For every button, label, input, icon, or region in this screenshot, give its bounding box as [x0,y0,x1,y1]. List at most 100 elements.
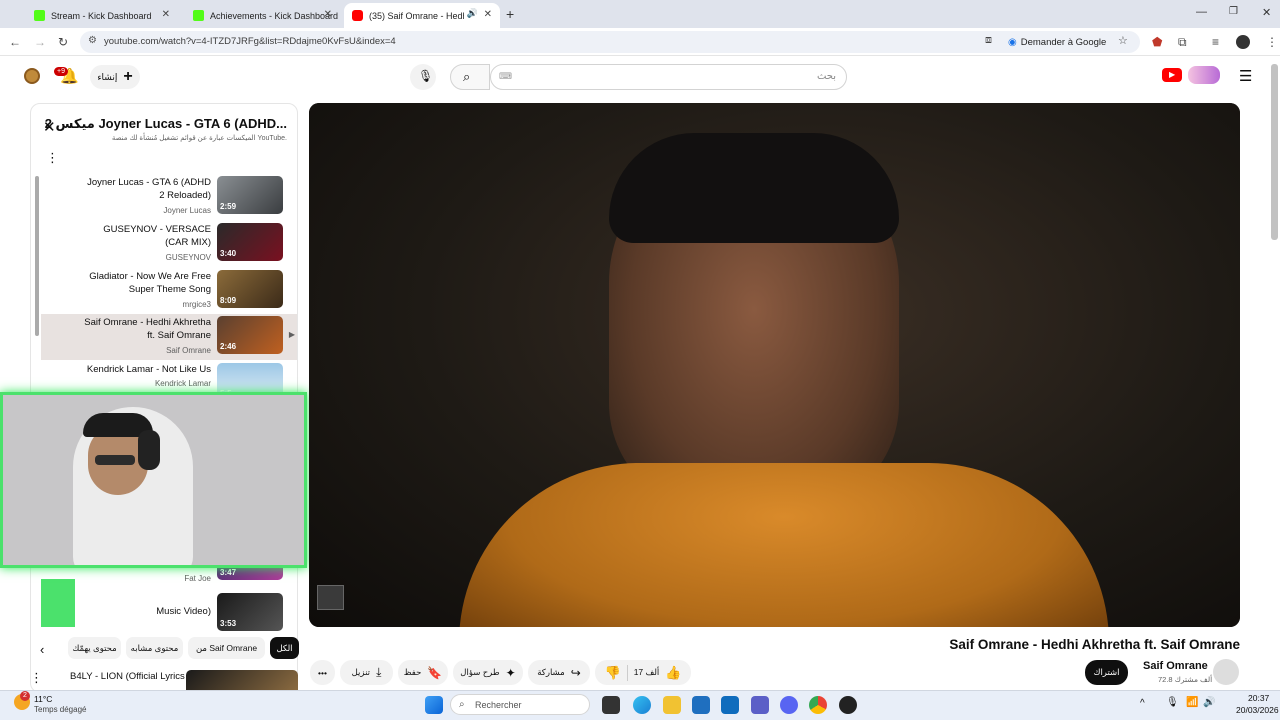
thumbnail: 2:59 [217,176,283,214]
new-tab-button[interactable]: + [506,6,514,22]
chip-for-you[interactable]: محتوى يهمّك [68,637,121,659]
windows-start-icon[interactable] [425,696,443,714]
youtube-logo-icon[interactable]: ▶ [1162,68,1182,82]
more-icon: ••• [318,667,327,678]
voice-search-button[interactable]: 🎙 [410,64,436,90]
taskbar-search[interactable]: ⌕ Rechercher [450,694,590,715]
back-icon[interactable]: ← [9,34,21,50]
save-label: حفظ [403,667,422,677]
search-icon: ⌕ [459,699,465,710]
search-button[interactable]: ⌕ [450,64,490,90]
close-icon[interactable]: ✕ [484,9,492,20]
list-item-playing[interactable]: 2:46 Saif Omrane - Hedhi Akhretha ft. Sa… [41,314,297,360]
sparkle-icon: ✦ [505,665,516,680]
divider [626,664,628,681]
doodle-icon[interactable] [1188,66,1220,84]
extensions-icon[interactable]: ⧉ [1178,34,1187,50]
kick-icon [34,10,45,21]
wifi-icon[interactable]: 📶 [1186,697,1198,708]
glasses-icon [95,455,135,465]
list-item[interactable]: 3:53 Music Video) [41,591,297,637]
install-app-icon[interactable]: ⧈ [985,34,992,47]
obs-icon[interactable] [839,696,857,714]
share-button[interactable]: مشاركة ↪ [528,660,590,685]
download-button[interactable]: تنزيل ⤓ [340,660,393,685]
avatar[interactable] [24,68,40,84]
tab-stream-kick[interactable]: Stream - Kick Dashboard ✕ [26,3,178,28]
channel-name[interactable]: Saif Omrane [1143,660,1208,672]
reading-list-icon[interactable]: ≡ [1212,34,1219,50]
chip-from-channel[interactable]: من Saif Omrane [188,637,265,659]
video-player[interactable] [309,103,1240,627]
tab-achievements-kick[interactable]: Achievements - Kick Dashboard ✕ [185,3,340,28]
task-view-icon[interactable] [602,696,620,714]
keyboard-icon[interactable]: ⌨ [499,71,512,82]
ask-google-label: Demander à Google [1020,36,1107,48]
site-info-icon[interactable]: ⚙ [88,35,97,46]
scrollbar[interactable] [35,176,39,336]
bookmark-star-icon[interactable]: ☆ [1118,34,1128,47]
restore-icon[interactable]: ❐ [1229,6,1238,17]
share-label: مشاركة [537,667,565,677]
page-scrollbar[interactable] [1271,64,1278,240]
like-count[interactable]: 17 ألف [634,667,660,678]
list-item[interactable]: 2:59 Joyner Lucas - GTA 6 (ADHD 2 Reload… [41,174,297,220]
edge-icon[interactable] [633,696,651,714]
more-actions-button[interactable]: ••• [310,660,335,685]
playlist-subtitle: الميكسات عبارة عن قوائم تشغيل مُنشأة لك … [111,135,287,142]
list-item[interactable]: 3:40 GUSEYNOV - VERSACE (CAR MIX) GUSEYN… [41,221,297,267]
list-item[interactable]: 8:09 Gladiator - Now We Are Free Super T… [41,268,297,314]
speaker-icon[interactable]: 🔊 [467,8,478,19]
clock-date[interactable]: 20/03/2026 [1236,705,1279,715]
ask-label: طرح سؤال [460,667,500,677]
item-channel: Kendrick Lamar [154,379,211,388]
close-icon[interactable]: ✕ [162,9,170,20]
weather-badge: 2 [20,691,30,701]
more-options-icon[interactable]: ⋮ [46,150,59,166]
channel-avatar[interactable] [1213,659,1239,685]
shield-extension-icon[interactable]: ⬟ [1152,34,1162,50]
more-options-icon[interactable]: ⋮ [30,670,43,686]
hamburger-menu-icon[interactable]: ☰ [1239,67,1252,85]
close-icon[interactable]: ✕ [324,9,332,20]
outlook-icon[interactable] [721,696,739,714]
create-button[interactable]: إنشاء + [90,65,140,89]
reload-icon[interactable]: ↻ [58,34,68,50]
store-icon[interactable] [692,696,710,714]
ask-google-button[interactable]: ◉ Demander à Google [1008,34,1106,50]
chrome-icon[interactable] [809,696,827,714]
tab-bar: Stream - Kick Dashboard ✕ Achievements -… [0,0,1280,28]
subscribe-button[interactable]: اشتراك [1085,660,1128,685]
minimize-icon[interactable]: — [1196,6,1207,18]
chevron-left-icon[interactable]: ‹ [40,642,44,657]
forward-icon[interactable]: → [34,34,46,50]
save-button[interactable]: حفظ 🔖 [398,660,448,685]
chevron-up-icon[interactable]: ^ [1140,698,1145,709]
search-input[interactable]: ⌨ بحث [490,64,847,90]
bookmark-icon: 🔖 [427,665,443,680]
item-title: Gladiator - Now We Are Free Super Theme … [89,271,211,295]
profile-avatar[interactable] [1236,35,1250,49]
file-explorer-icon[interactable] [663,696,681,714]
close-window-icon[interactable]: ✕ [1262,6,1271,19]
clock-time[interactable]: 20:37 [1248,693,1269,703]
weather-temp: 11°C [34,694,53,704]
like-icon[interactable]: 👍 [665,665,681,681]
channel-watermark[interactable] [317,585,344,610]
mic-tray-icon[interactable]: 🎙 [1166,697,1179,708]
tab-youtube-active[interactable]: (35) Saif Omrane - Hedhi A 🔊 ✕ [344,3,500,28]
address-bar[interactable]: ⚙ youtube.com/watch?v=4-ITZD7JRFg&list=R… [80,31,1140,53]
teams-icon[interactable] [751,696,769,714]
chip-all[interactable]: الكل [270,637,299,659]
url-text: youtube.com/watch?v=4-ITZD7JRFg&list=RDd… [104,36,396,47]
thumbnail: 3:40 [217,223,283,261]
dislike-icon[interactable]: 👎 [605,665,621,681]
chip-similar[interactable]: محتوى مشابه [126,637,183,659]
share-icon: ↪ [570,665,581,680]
next-item-title[interactable]: B4LY - LION (Official Lyrics [70,671,185,682]
discord-icon[interactable] [780,696,798,714]
next-item-thumbnail[interactable] [186,670,298,690]
volume-icon[interactable]: 🔊 [1203,697,1215,708]
ask-button[interactable]: طرح سؤال ✦ [453,660,523,685]
menu-dots-icon[interactable]: ⋮ [1266,34,1278,50]
